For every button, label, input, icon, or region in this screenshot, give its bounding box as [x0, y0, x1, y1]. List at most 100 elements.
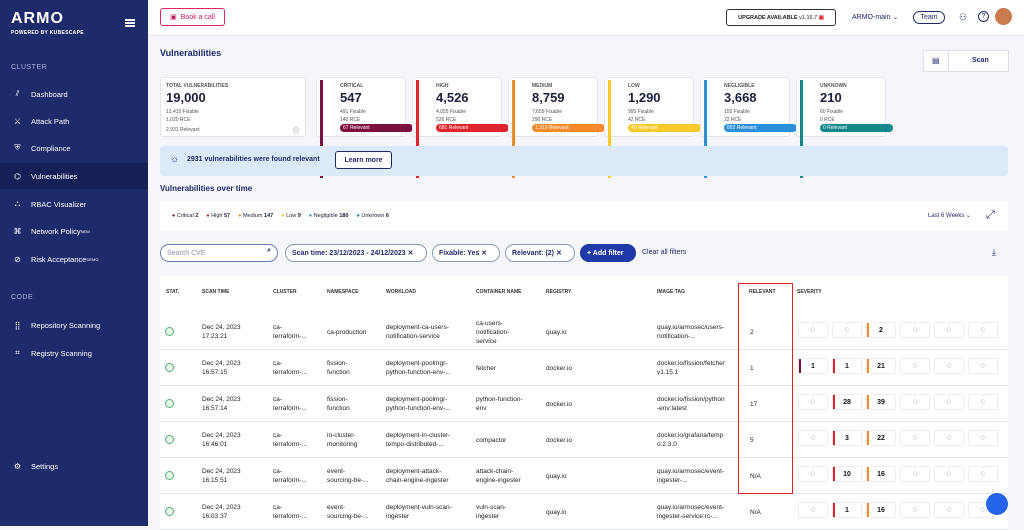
severity-count: 0	[900, 322, 930, 338]
shield-icon: ⛨	[14, 143, 21, 152]
summary-card-low[interactable]: LOW 1,290 995 Fixable 42 RCE 42 Relevant	[604, 77, 701, 178]
relevant-pill[interactable]: 681 Relevant	[436, 124, 509, 132]
legend-item-unknown[interactable]: ● Unknown 6	[357, 213, 389, 219]
calendar-icon[interactable]: ▤	[932, 56, 940, 65]
column-header-workload[interactable]: WORKLOAD	[386, 289, 416, 295]
column-header-severity[interactable]: SEVERITY	[797, 289, 822, 295]
sidebar-item-vulnerabilities[interactable]: ⌬ Vulnerabilities	[0, 163, 148, 189]
range-selector[interactable]: Last 6 Weeks ⌄	[928, 212, 971, 219]
column-header-image-tag[interactable]: IMAGE TAG	[657, 289, 685, 295]
cell-tag: v1.15.1	[657, 369, 679, 376]
severity-count: 0	[934, 394, 964, 410]
sidebar-item-registry-scanning[interactable]: ⌗ Registry Scanning	[0, 340, 148, 366]
filter-chip-relevant[interactable]: Relevant: (2) ✕	[505, 244, 575, 262]
sidebar-item-label: Registry Scanning	[31, 348, 92, 358]
table-row[interactable]: Dec 24, 2023 16:15:51 ca-terraform-... even…	[160, 458, 1008, 494]
relevant-pill[interactable]: 42 Relevant	[628, 124, 701, 132]
summary-card-negligible[interactable]: NEGLIGIBLE 3,668 155 Fixable 22 RCE 802 Rele…	[700, 77, 797, 178]
column-header-scan-time[interactable]: SCAN TIME	[202, 289, 230, 295]
column-header-container-name[interactable]: CONTAINER NAME	[476, 289, 521, 295]
filter-chip-fixable[interactable]: Fixable: Yes ✕	[432, 244, 500, 262]
cell-time: 16:57:15	[202, 369, 228, 376]
column-header-cluster[interactable]: CLUSTER	[273, 289, 297, 295]
clear-filters-link[interactable]: Clear all filters	[642, 249, 686, 256]
summary-card-total-vulnerabilities[interactable]: TOTAL VULNERABILITIES 19,000 13,415 Fixabl…	[160, 77, 306, 137]
menu-toggle-icon[interactable]	[125, 19, 135, 27]
info-icon[interactable]: ⓘ	[293, 126, 299, 135]
cell-time: Dec 24, 2023	[202, 324, 241, 331]
column-header-namespace[interactable]: NAMESPACE	[327, 289, 359, 295]
legend-item-low[interactable]: ● Low 9	[281, 213, 301, 219]
legend-item-medium[interactable]: ● Medium 147	[238, 213, 273, 219]
relevant-pill[interactable]: 67 Relevant	[340, 124, 413, 132]
sidebar-item-settings[interactable]: ⚙ Settings	[0, 453, 148, 479]
learn-more-button[interactable]: Learn more	[335, 151, 392, 169]
table-row[interactable]: Dec 24, 2023 16:57:14 ca-terraform-... fiss…	[160, 386, 1008, 422]
expand-icon[interactable]: ⤢	[986, 209, 995, 222]
cell-cluster: ca-	[273, 504, 283, 511]
sidebar-item-label: Network Policy	[31, 226, 81, 236]
close-icon[interactable]: ✕	[481, 249, 487, 257]
close-icon[interactable]: ✕	[408, 249, 414, 257]
card-count: 4,526	[436, 90, 469, 105]
help-icon[interactable]: ?	[978, 11, 989, 22]
user-add-icon[interactable]: ⚇	[959, 12, 967, 23]
table-row[interactable]: Dec 24, 2023 16:46:01 ca-terraform-... in-c…	[160, 422, 1008, 458]
summary-card-high[interactable]: HIGH 4,526 4,055 Fixable 526 RCE 681 Relevan…	[412, 77, 509, 178]
cell-cn: engine-ingester	[476, 477, 521, 484]
add-filter-button[interactable]: + Add filter	[580, 244, 636, 262]
sidebar-item-compliance[interactable]: ⛨ Compliance	[0, 135, 148, 161]
table-row[interactable]: Dec 24, 2023 16:57:15 ca-terraform-... fiss…	[160, 350, 1008, 386]
download-icon[interactable]: ⤓	[992, 247, 996, 258]
relevant-pill[interactable]: 0 Relevant	[820, 124, 893, 132]
legend-item-high[interactable]: ● High 57	[206, 213, 230, 219]
relevant-pill[interactable]: 1,319 Relevant	[532, 124, 605, 132]
relevant-pill[interactable]: 802 Relevant	[724, 124, 797, 132]
org-selector[interactable]: ARMO-main ⌄	[852, 13, 898, 21]
severity-count: 0	[900, 502, 930, 518]
book-call-button[interactable]: ▣ Book a call	[160, 8, 225, 26]
cell-time: Dec 24, 2023	[202, 468, 241, 475]
severity-marker	[867, 323, 869, 337]
team-button[interactable]: Team	[913, 11, 945, 24]
filter-chip-scan-time[interactable]: Scan time: 23/12/2023 - 24/12/2023 ✕	[285, 244, 427, 262]
cell-time: Dec 24, 2023	[202, 396, 241, 403]
search-input[interactable]: Search CVE ⌕	[160, 244, 278, 262]
summary-card-unknown[interactable]: UNKNOWN 210 60 Fixable 0 RCE 0 Relevant	[796, 77, 893, 178]
legend-count: 2	[195, 213, 199, 219]
sidebar-item-dashboard[interactable]: ⫽ Dashboard	[0, 81, 148, 107]
summary-card-critical[interactable]: CRITICAL 547 491 Fixable 140 RCE 67 Relevant	[316, 77, 413, 178]
severity-count: 0	[934, 430, 964, 446]
cell-cluster: terraform-...	[273, 477, 307, 484]
cell-wl: python-function-env-...	[386, 405, 451, 412]
avatar[interactable]	[995, 8, 1012, 25]
logo[interactable]: ARMO	[11, 10, 64, 28]
cell-wl: python-function-env-...	[386, 369, 451, 376]
summary-card-medium[interactable]: MEDIUM 8,759 7,659 Fixable 290 RCE 1,319 Rel…	[508, 77, 605, 178]
sidebar-item-risk-acceptance[interactable]: ⊘ Risk Acceptance DEMO	[0, 246, 148, 272]
card-rce: 290 RCE	[532, 117, 553, 123]
severity-value: 0	[913, 362, 917, 370]
close-icon[interactable]: ✕	[556, 249, 562, 257]
sidebar-item-rbac-visualizer[interactable]: ⛬ RBAC Visualizer	[0, 191, 148, 217]
sidebar-item-repository-scanning[interactable]: ⣿ Repository Scanning	[0, 312, 148, 338]
column-header-stat-[interactable]: STAT.	[166, 289, 179, 295]
legend-item-negligible[interactable]: ● Negligible 180	[309, 213, 349, 219]
chat-icon[interactable]	[986, 493, 1008, 515]
sidebar-item-network-policy[interactable]: ⌘ Network Policy NEW	[0, 218, 148, 244]
severity-count: 0	[798, 394, 828, 410]
overtime-title: Vulnerabilities over time	[160, 184, 253, 193]
sidebar-item-attack-path[interactable]: ⚔ Attack Path	[0, 108, 148, 134]
column-header-registry[interactable]: REGISTRY	[546, 289, 571, 295]
severity-value: 0	[981, 434, 985, 442]
severity-count: 0	[900, 358, 930, 374]
table-row[interactable]: Dec 24, 2023 17:23:21 ca-terraform-... ca-p…	[160, 314, 1008, 350]
gift-icon: ▣	[818, 14, 824, 21]
scan-button[interactable]: Scan	[972, 57, 989, 64]
sidebar-item-label: Vulnerabilities	[31, 171, 78, 181]
upgrade-badge[interactable]: UPGRADE AVAILABLE v1.16.7 ▣	[726, 9, 836, 26]
table-row[interactable]: Dec 24, 2023 16:03:37 ca-terraform-... even…	[160, 494, 1008, 530]
legend-item-critical[interactable]: ● Critical 2	[172, 213, 198, 219]
card-count: 210	[820, 90, 842, 105]
cell-ns: monitoring	[327, 441, 358, 448]
